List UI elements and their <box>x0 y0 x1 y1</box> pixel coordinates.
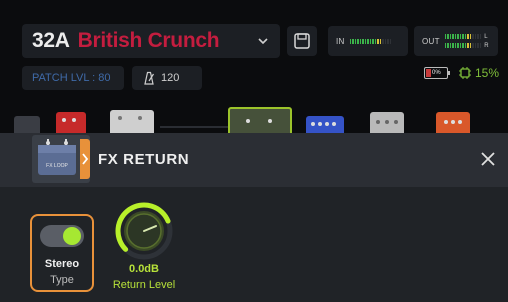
patch-selector[interactable]: 32A British Crunch <box>22 24 280 58</box>
meter-segment <box>389 38 392 44</box>
fx-expand-tab[interactable] <box>80 139 90 179</box>
cpu-percent: 15% <box>475 66 500 80</box>
meter-segment <box>457 43 459 48</box>
return-level-value: 0.0dB <box>129 263 159 275</box>
meter-segment <box>454 34 457 39</box>
patch-level-label: PATCH LVL : 80 <box>32 72 111 84</box>
meter-segment <box>447 34 449 39</box>
output-meter: OUT L R <box>414 26 498 56</box>
meter-segment <box>467 43 469 48</box>
meter-segment <box>374 38 377 44</box>
type-value: Stereo <box>44 258 80 270</box>
meter-segment <box>367 38 369 44</box>
meter-segment <box>459 43 462 48</box>
meter-segment <box>447 43 449 48</box>
save-icon <box>294 33 310 49</box>
meter-segment <box>369 38 372 44</box>
meter-segment <box>452 34 454 39</box>
toggle-knob <box>63 227 81 245</box>
meter-segment <box>364 38 367 44</box>
return-level-parameter[interactable]: 0.0dB Return Level <box>108 201 180 291</box>
chevron-right-icon <box>82 153 89 165</box>
metronome-icon <box>144 71 155 85</box>
meter-segment <box>467 34 469 39</box>
fx-icon-label: FX LOOP <box>46 163 68 169</box>
meter-segment <box>477 34 479 39</box>
meter-segment <box>464 34 467 39</box>
save-button[interactable] <box>287 26 317 56</box>
meter-segment <box>372 38 374 44</box>
meter-segment <box>362 38 364 44</box>
tempo-value: 120 <box>161 72 180 84</box>
meter-segment <box>472 43 474 48</box>
meter-segment <box>452 43 454 48</box>
type-toggle[interactable] <box>40 225 84 247</box>
meter-segment <box>479 34 482 39</box>
type-parameter[interactable]: Stereo Type <box>30 214 94 292</box>
patch-number: 32A <box>32 29 70 52</box>
meter-segment <box>444 34 447 39</box>
meter-segment <box>474 34 477 39</box>
patch-name: British Crunch <box>77 29 220 52</box>
meter-segment <box>477 43 479 48</box>
chip-icon <box>459 67 471 79</box>
meter-segment <box>462 43 464 48</box>
close-icon[interactable] <box>478 149 498 169</box>
meter-segment <box>359 38 362 44</box>
chain-connector <box>160 126 230 128</box>
meter-segment <box>454 43 457 48</box>
meter-segment <box>459 34 462 39</box>
output-level-bars-right <box>444 43 482 48</box>
effect-title: FX RETURN <box>98 151 190 168</box>
meter-segment <box>449 43 452 48</box>
cpu-usage: 15% <box>458 66 499 80</box>
meter-segment <box>379 38 382 44</box>
meter-segment <box>444 43 447 48</box>
output-meter-label: OUT <box>422 36 440 46</box>
input-level-bars <box>349 38 392 44</box>
input-meter: IN <box>328 26 408 56</box>
meter-segment <box>449 34 452 39</box>
meter-segment <box>384 38 387 44</box>
meter-segment <box>349 38 352 44</box>
meter-segment <box>474 43 477 48</box>
output-channel-left: L <box>484 33 488 40</box>
effect-panel-header: FX LOOP FX RETURN <box>0 133 508 187</box>
meter-segment <box>462 34 464 39</box>
output-level-bars-left <box>444 34 482 39</box>
meter-segment <box>377 38 379 44</box>
meter-segment <box>387 38 389 44</box>
meter-segment <box>352 38 354 44</box>
meter-segment <box>469 43 472 48</box>
type-label: Type <box>50 274 74 286</box>
system-status: 0% 15% <box>424 66 499 80</box>
top-bar: 32A British Crunch IN OUT L R <box>8 22 498 58</box>
return-level-knob[interactable] <box>108 201 180 265</box>
battery-icon: 0% <box>424 67 450 79</box>
meter-segment <box>354 38 357 44</box>
effect-panel-body: Stereo Type 0.0dB Return Level <box>0 187 508 302</box>
patch-level-button[interactable]: PATCH LVL : 80 <box>22 66 124 90</box>
tempo-button[interactable]: 120 <box>132 66 202 90</box>
battery-percent: 0% <box>432 70 441 76</box>
meter-segment <box>464 43 467 48</box>
input-meter-label: IN <box>336 36 345 46</box>
meter-segment <box>357 38 359 44</box>
return-level-label: Return Level <box>112 279 176 291</box>
chevron-down-icon <box>258 38 268 45</box>
output-channel-right: R <box>484 42 489 49</box>
meter-segment <box>479 43 482 48</box>
meter-segment <box>469 34 472 39</box>
meter-segment <box>472 34 474 39</box>
meter-segment <box>457 34 459 39</box>
meter-segment <box>382 38 384 44</box>
